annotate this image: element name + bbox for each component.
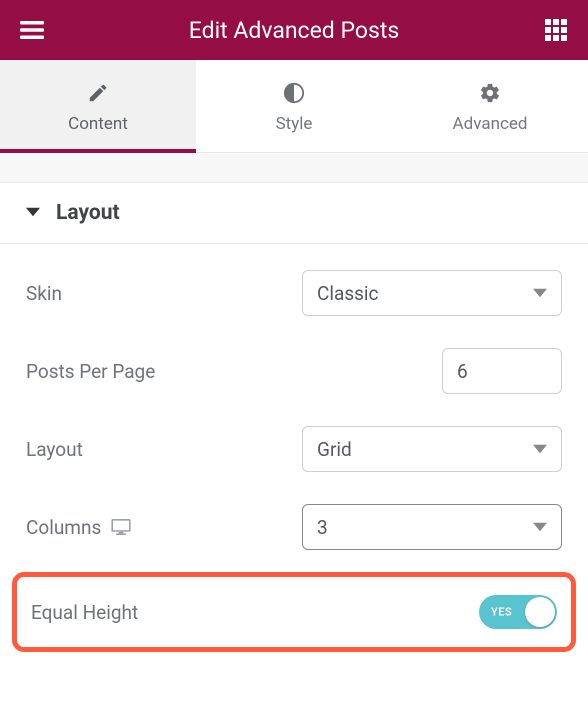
highlight-equal-height: Equal Height YES bbox=[12, 572, 576, 652]
tab-style-label: Style bbox=[276, 114, 313, 134]
toggle-label: YES bbox=[491, 606, 512, 619]
chevron-down-icon bbox=[533, 442, 547, 456]
gear-icon bbox=[479, 82, 501, 104]
layout-select[interactable]: Grid bbox=[302, 426, 562, 472]
equal-height-toggle[interactable]: YES bbox=[479, 595, 557, 629]
section-title: Layout bbox=[56, 201, 120, 225]
control-posts-per-page: Posts Per Page 6 bbox=[26, 332, 562, 410]
tab-advanced[interactable]: Advanced bbox=[392, 60, 588, 152]
control-columns: Columns 3 bbox=[26, 488, 562, 566]
half-circle-icon bbox=[283, 82, 305, 104]
equal-height-label: Equal Height bbox=[31, 601, 138, 624]
skin-value: Classic bbox=[317, 282, 379, 305]
tabs: Content Style Advanced bbox=[0, 60, 588, 153]
apps-icon[interactable] bbox=[544, 18, 568, 42]
tab-advanced-label: Advanced bbox=[453, 114, 528, 134]
panel-spacer bbox=[0, 153, 588, 183]
layout-value: Grid bbox=[317, 438, 352, 461]
header-title: Edit Advanced Posts bbox=[44, 17, 544, 44]
toggle-knob bbox=[525, 597, 555, 627]
posts-per-page-input[interactable]: 6 bbox=[442, 348, 562, 394]
skin-label: Skin bbox=[26, 282, 62, 305]
menu-icon[interactable] bbox=[20, 18, 44, 42]
columns-value: 3 bbox=[317, 516, 328, 539]
posts-per-page-label: Posts Per Page bbox=[26, 360, 155, 383]
tab-style[interactable]: Style bbox=[196, 60, 392, 152]
posts-per-page-value: 6 bbox=[457, 360, 468, 383]
skin-select[interactable]: Classic bbox=[302, 270, 562, 316]
columns-select[interactable]: 3 bbox=[302, 504, 562, 550]
controls: Skin Classic Posts Per Page 6 Layout Gri… bbox=[0, 244, 588, 566]
columns-label: Columns bbox=[26, 516, 131, 539]
chevron-down-icon bbox=[533, 520, 547, 534]
columns-label-text: Columns bbox=[26, 516, 101, 539]
section-header-layout[interactable]: Layout bbox=[0, 183, 588, 244]
pencil-icon bbox=[87, 82, 109, 104]
tab-content-label: Content bbox=[68, 114, 128, 134]
tab-content[interactable]: Content bbox=[0, 60, 196, 152]
control-layout: Layout Grid bbox=[26, 410, 562, 488]
chevron-down-icon bbox=[533, 286, 547, 300]
control-skin: Skin Classic bbox=[26, 254, 562, 332]
desktop-icon bbox=[111, 519, 131, 535]
caret-down-icon bbox=[26, 204, 40, 223]
layout-label: Layout bbox=[26, 438, 83, 461]
header: Edit Advanced Posts bbox=[0, 0, 588, 60]
